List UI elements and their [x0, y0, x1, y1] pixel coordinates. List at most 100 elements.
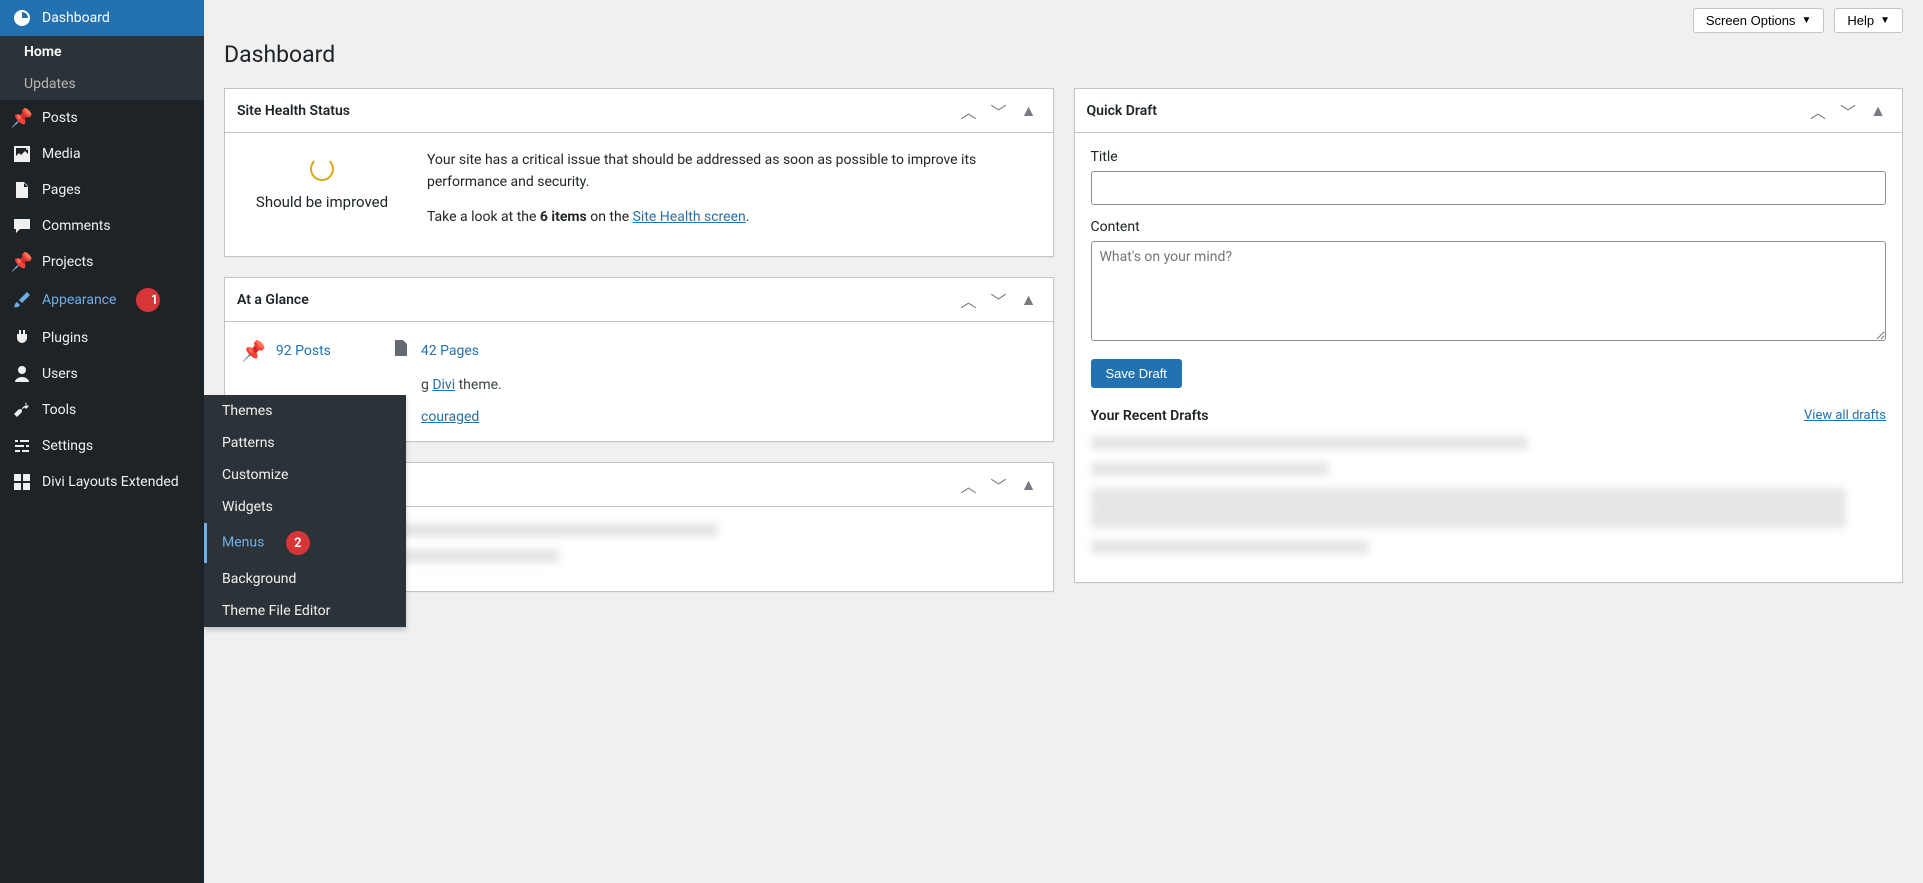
discouraged-link[interactable]: couraged — [421, 409, 479, 425]
recent-drafts-heading: Your Recent Drafts — [1091, 408, 1209, 424]
flyout-item-theme-file-editor[interactable]: Theme File Editor — [204, 595, 406, 627]
plugins-icon — [12, 328, 32, 348]
spinner-icon — [310, 157, 334, 181]
sidebar-item-divi-layouts[interactable]: Divi Layouts Extended — [0, 464, 204, 500]
main-content: Screen Options ▼ Help ▼ Dashboard Site H… — [204, 0, 1923, 883]
at-a-glance-title: At a Glance — [237, 292, 309, 308]
postbox-actions: ︿ ﹀ ▲ — [957, 288, 1041, 312]
flyout-item-customize[interactable]: Customize — [204, 459, 406, 491]
sidebar-item-comments[interactable]: Comments — [0, 208, 204, 244]
toggle-panel-icon[interactable]: ▲ — [1017, 473, 1041, 497]
toggle-panel-icon[interactable]: ▲ — [1017, 99, 1041, 123]
flyout-item-widgets[interactable]: Widgets — [204, 491, 406, 523]
content-label: Content — [1091, 219, 1887, 235]
sidebar-item-tools[interactable]: Tools — [0, 392, 204, 428]
sidebar-label: Media — [42, 146, 81, 162]
site-health-message: Your site has a critical issue that shou… — [427, 149, 1037, 240]
site-health-title: Site Health Status — [237, 103, 350, 119]
sidebar-item-pages[interactable]: Pages — [0, 172, 204, 208]
glance-pages-count: 42 Pages — [421, 343, 479, 359]
sidebar-item-media[interactable]: Media — [0, 136, 204, 172]
settings-icon — [12, 436, 32, 456]
move-up-icon[interactable]: ︿ — [1806, 99, 1830, 123]
glance-pages[interactable]: 42 Pages — [391, 338, 479, 363]
draft-content-input[interactable] — [1091, 241, 1887, 341]
flyout-item-themes[interactable]: Themes — [204, 395, 406, 427]
move-down-icon[interactable]: ﹀ — [1836, 99, 1860, 123]
move-up-icon[interactable]: ︿ — [957, 99, 981, 123]
sidebar-label: Appearance — [42, 292, 116, 308]
glance-theme-line: g Divi theme. — [241, 377, 1037, 393]
toggle-panel-icon[interactable]: ▲ — [1017, 288, 1041, 312]
layouts-icon — [12, 472, 32, 492]
move-up-icon[interactable]: ︿ — [957, 288, 981, 312]
draft-title-input[interactable] — [1091, 171, 1887, 205]
toggle-panel-icon[interactable]: ▲ — [1866, 99, 1890, 123]
topbar: Screen Options ▼ Help ▼ — [224, 0, 1903, 33]
sidebar-label: Projects — [42, 254, 93, 270]
users-icon — [12, 364, 32, 384]
postbox-actions: ︿ ﹀ ▲ — [957, 99, 1041, 123]
sidebar-label: Posts — [42, 110, 78, 126]
pages-icon — [12, 180, 32, 200]
page-title: Dashboard — [224, 41, 1903, 68]
move-down-icon[interactable]: ﹀ — [987, 473, 1011, 497]
sidebar-label: Settings — [42, 438, 93, 454]
help-label: Help — [1847, 13, 1874, 28]
sidebar-label: Pages — [42, 182, 81, 198]
flyout-label: Menus — [222, 535, 264, 551]
move-down-icon[interactable]: ﹀ — [987, 99, 1011, 123]
pin-icon: 📌 — [12, 252, 32, 272]
site-health-text: Your site has a critical issue that shou… — [427, 149, 1037, 194]
right-column: Quick Draft ︿ ﹀ ▲ Title Content Save Dra… — [1074, 88, 1904, 612]
sidebar-item-dashboard[interactable]: Dashboard — [0, 0, 204, 36]
screen-options-button[interactable]: Screen Options ▼ — [1693, 8, 1825, 33]
glance-posts-count: 92 Posts — [276, 343, 331, 359]
brush-icon — [12, 290, 32, 310]
sidebar-item-users[interactable]: Users — [0, 356, 204, 392]
annotation-badge-2: 2 — [286, 531, 310, 555]
quick-draft-body: Title Content Save Draft Your Recent Dra… — [1075, 133, 1903, 582]
sidebar-item-plugins[interactable]: Plugins — [0, 320, 204, 356]
postbox-header: Quick Draft ︿ ﹀ ▲ — [1075, 89, 1903, 133]
postbox-actions: ︿ ﹀ ▲ — [1806, 99, 1890, 123]
sidebar-label: Users — [42, 366, 78, 382]
site-health-status: Should be improved — [241, 193, 403, 211]
postbox-header: At a Glance ︿ ﹀ ▲ — [225, 278, 1053, 322]
sidebar-subitem-home[interactable]: Home — [0, 36, 204, 68]
move-up-icon[interactable]: ︿ — [957, 473, 981, 497]
quick-draft-postbox: Quick Draft ︿ ﹀ ▲ Title Content Save Dra… — [1074, 88, 1904, 583]
pages-icon — [391, 338, 411, 363]
dashboard-icon — [12, 8, 32, 28]
site-health-indicator: Should be improved — [241, 149, 403, 211]
site-health-link-line: Take a look at the 6 items on the Site H… — [427, 206, 1037, 228]
dashboard-submenu: Home Updates — [0, 36, 204, 100]
site-health-screen-link[interactable]: Site Health screen — [633, 209, 746, 225]
postbox-header: Site Health Status ︿ ﹀ ▲ — [225, 89, 1053, 133]
appearance-flyout: Themes Patterns Customize Widgets Menus … — [204, 395, 406, 627]
chevron-down-icon: ▼ — [1880, 15, 1890, 26]
flyout-item-menus[interactable]: Menus 2 — [204, 523, 406, 563]
sidebar-label: Tools — [42, 402, 76, 418]
flyout-item-background[interactable]: Background — [204, 563, 406, 595]
glance-posts[interactable]: 📌 92 Posts — [241, 338, 331, 363]
quick-draft-title: Quick Draft — [1087, 103, 1157, 119]
save-draft-button[interactable]: Save Draft — [1091, 359, 1182, 388]
title-label: Title — [1091, 149, 1887, 165]
comments-icon — [12, 216, 32, 236]
flyout-item-patterns[interactable]: Patterns — [204, 427, 406, 459]
chevron-down-icon: ▼ — [1801, 15, 1811, 26]
sidebar-item-posts[interactable]: 📌 Posts — [0, 100, 204, 136]
site-health-body: Should be improved Your site has a criti… — [225, 133, 1053, 256]
sidebar-subitem-updates[interactable]: Updates — [0, 68, 204, 100]
sidebar-item-appearance[interactable]: Appearance 1 — [0, 280, 204, 320]
move-down-icon[interactable]: ﹀ — [987, 288, 1011, 312]
tools-icon — [12, 400, 32, 420]
help-button[interactable]: Help ▼ — [1834, 8, 1903, 33]
sidebar-item-settings[interactable]: Settings — [0, 428, 204, 464]
media-icon — [12, 144, 32, 164]
theme-link[interactable]: Divi — [432, 377, 455, 393]
admin-sidebar: Dashboard Home Updates 📌 Posts Media Pag… — [0, 0, 204, 883]
view-all-drafts-link[interactable]: View all drafts — [1804, 408, 1886, 423]
sidebar-item-projects[interactable]: 📌 Projects — [0, 244, 204, 280]
